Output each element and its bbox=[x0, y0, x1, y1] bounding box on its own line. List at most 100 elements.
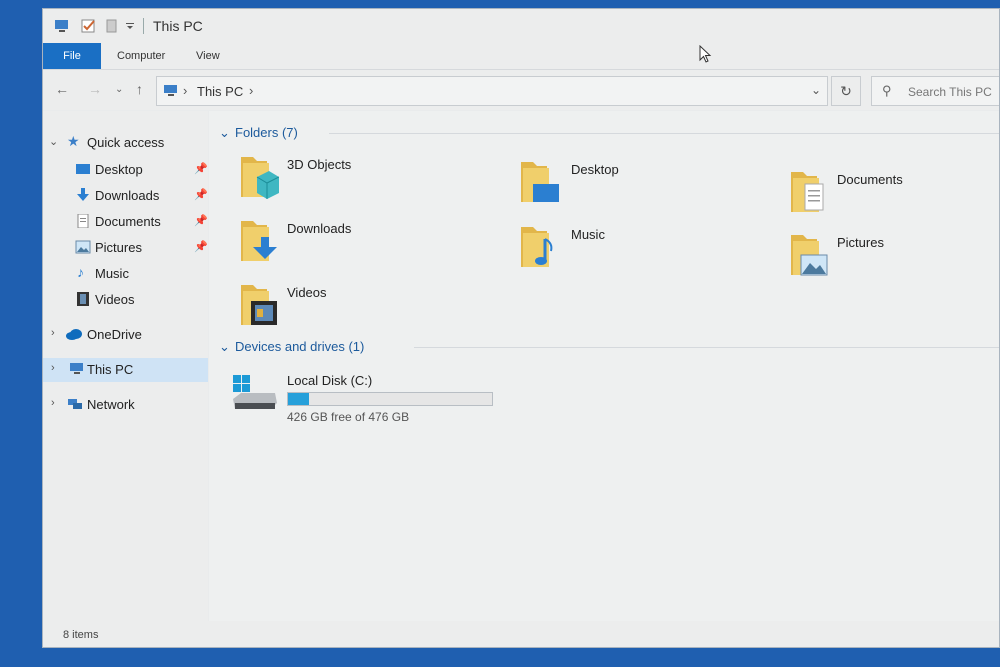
sidebar-label: Music bbox=[95, 266, 129, 281]
desktop-icon bbox=[76, 164, 90, 174]
folders-group-chevron-icon[interactable]: ⌄ bbox=[219, 125, 230, 141]
folder-name: Pictures bbox=[837, 235, 884, 250]
tab-view[interactable]: View bbox=[196, 43, 220, 69]
sidebar-item-downloads[interactable]: Downloads 📌 bbox=[43, 184, 208, 208]
refresh-icon[interactable]: ↻ bbox=[831, 76, 861, 106]
expand-chevron-icon[interactable]: › bbox=[51, 327, 55, 339]
devices-group-chevron-icon[interactable]: ⌄ bbox=[219, 339, 230, 355]
search-placeholder: Search This PC bbox=[908, 85, 992, 99]
sidebar-item-quick-access[interactable]: ⌄ ★ Quick access bbox=[43, 131, 208, 155]
item-count: 8 items bbox=[63, 629, 99, 641]
pc-icon bbox=[70, 363, 83, 374]
hard-drive-icon bbox=[233, 375, 277, 409]
properties-checkbox-icon[interactable] bbox=[81, 18, 97, 34]
drive-tile-local-disk[interactable]: Local Disk (C:) 426 GB free of 476 GB bbox=[231, 371, 531, 431]
sidebar-label: Videos bbox=[95, 292, 135, 307]
folder-name: Desktop bbox=[571, 162, 619, 177]
window-title: This PC bbox=[153, 18, 203, 34]
documents-folder-icon bbox=[791, 172, 824, 212]
group-divider bbox=[414, 347, 999, 348]
folder-tile-desktop[interactable]: Desktop bbox=[519, 156, 769, 212]
title-bar: This PC bbox=[43, 9, 999, 43]
music-folder-icon bbox=[521, 227, 553, 267]
folder-name: 3D Objects bbox=[287, 157, 352, 172]
sidebar-item-network[interactable]: › Network bbox=[43, 393, 208, 417]
group-divider bbox=[329, 133, 999, 134]
sidebar-item-this-pc[interactable]: › This PC bbox=[43, 358, 208, 382]
folder-tile-downloads[interactable]: Downloads bbox=[239, 215, 489, 271]
ribbon-tabs: File Computer View bbox=[43, 43, 999, 70]
3d-objects-icon bbox=[241, 157, 279, 199]
pin-icon[interactable]: 📌 bbox=[194, 188, 208, 201]
folder-name: Videos bbox=[287, 285, 327, 300]
network-icon bbox=[68, 399, 82, 409]
navigation-pane: ⌄ ★ Quick access Desktop 📌 Downloads 📌 D… bbox=[43, 111, 208, 621]
sidebar-label: Downloads bbox=[95, 188, 160, 203]
customize-dropdown-icon[interactable] bbox=[125, 18, 135, 34]
up-arrow-icon[interactable]: ↑ bbox=[136, 81, 143, 97]
drive-usage-fill bbox=[288, 393, 310, 405]
sidebar-item-pictures[interactable]: Pictures 📌 bbox=[43, 236, 208, 260]
cloud-icon bbox=[66, 329, 82, 340]
expand-chevron-icon[interactable]: › bbox=[51, 397, 55, 409]
tab-file[interactable]: File bbox=[43, 43, 101, 69]
drive-usage-bar bbox=[287, 392, 493, 406]
pin-icon[interactable]: 📌 bbox=[194, 214, 208, 227]
sidebar-label: OneDrive bbox=[87, 327, 142, 342]
file-explorer-window: This PC File Computer View ← → ⌄ ↑ › Thi… bbox=[42, 8, 1000, 648]
breadcrumb-chevron-icon[interactable]: › bbox=[249, 83, 253, 98]
devices-group-header[interactable]: Devices and drives (1) bbox=[235, 339, 364, 354]
sidebar-item-documents[interactable]: Documents 📌 bbox=[43, 210, 208, 234]
pc-icon bbox=[164, 85, 177, 96]
breadcrumb-chevron-icon[interactable]: › bbox=[183, 83, 187, 98]
forward-arrow-icon[interactable]: → bbox=[88, 81, 102, 97]
folder-name: Music bbox=[571, 227, 605, 242]
videos-folder-icon bbox=[241, 285, 277, 325]
mouse-cursor-icon bbox=[699, 45, 712, 63]
pin-icon[interactable]: 📌 bbox=[194, 162, 208, 175]
sidebar-label: Desktop bbox=[95, 162, 143, 177]
pictures-icon bbox=[75, 240, 91, 254]
sidebar-item-videos[interactable]: Videos bbox=[43, 288, 208, 312]
recent-dropdown-icon[interactable]: ⌄ bbox=[115, 84, 123, 95]
pictures-folder-icon bbox=[791, 235, 828, 276]
sidebar-item-onedrive[interactable]: › OneDrive bbox=[43, 323, 208, 347]
film-strip-icon bbox=[77, 292, 89, 306]
sidebar-item-music[interactable]: ♪ Music bbox=[43, 262, 208, 286]
breadcrumb-this-pc[interactable]: This PC bbox=[197, 84, 243, 99]
address-dropdown-icon[interactable]: ⌄ bbox=[811, 83, 821, 97]
folders-group-header[interactable]: Folders (7) bbox=[235, 125, 298, 140]
new-folder-icon[interactable] bbox=[105, 18, 119, 34]
expand-chevron-icon[interactable]: ⌄ bbox=[49, 135, 58, 148]
folder-tile-documents[interactable]: Documents bbox=[789, 166, 999, 222]
folder-name: Documents bbox=[837, 172, 903, 187]
address-bar[interactable]: › This PC › ⌄ bbox=[156, 76, 828, 106]
drive-free-space: 426 GB free of 476 GB bbox=[287, 410, 410, 424]
navigation-bar: ← → ⌄ ↑ › This PC › ⌄ ↻ ⚲ Search This PC bbox=[43, 70, 999, 110]
folder-tile-music[interactable]: Music bbox=[519, 221, 769, 277]
sidebar-item-desktop[interactable]: Desktop 📌 bbox=[43, 158, 208, 182]
sidebar-label: Pictures bbox=[95, 240, 142, 255]
tab-computer[interactable]: Computer bbox=[117, 43, 165, 69]
folder-tile-3d-objects[interactable]: 3D Objects bbox=[239, 151, 489, 207]
download-arrow-icon bbox=[77, 188, 89, 201]
folder-tile-videos[interactable]: Videos bbox=[239, 279, 489, 335]
sidebar-label: This PC bbox=[87, 362, 134, 377]
status-bar: 8 items bbox=[43, 621, 999, 647]
expand-chevron-icon[interactable]: › bbox=[51, 362, 55, 374]
folder-tile-pictures[interactable]: Pictures bbox=[789, 229, 999, 285]
content-pane: ⌄ Folders (7) 3D Objects Desktop Documen… bbox=[209, 111, 999, 621]
pc-icon[interactable] bbox=[53, 18, 71, 34]
search-input[interactable]: ⚲ Search This PC bbox=[871, 76, 999, 106]
sidebar-label: Documents bbox=[95, 214, 161, 229]
back-arrow-icon[interactable]: ← bbox=[55, 81, 69, 97]
title-separator bbox=[143, 18, 144, 34]
drive-name: Local Disk (C:) bbox=[287, 373, 373, 388]
folder-name: Downloads bbox=[287, 221, 352, 236]
downloads-folder-icon bbox=[241, 221, 277, 261]
document-icon bbox=[77, 214, 89, 228]
star-icon: ★ bbox=[67, 133, 80, 149]
search-icon: ⚲ bbox=[882, 83, 892, 98]
desktop-folder-icon bbox=[521, 162, 559, 202]
pin-icon[interactable]: 📌 bbox=[194, 240, 208, 253]
